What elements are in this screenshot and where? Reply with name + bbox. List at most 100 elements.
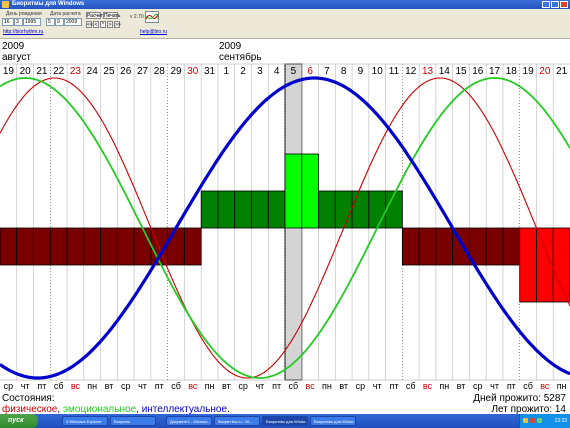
day-number[interactable]: 4 — [274, 66, 280, 77]
nav-last-button[interactable]: >> — [114, 21, 121, 28]
state-bar — [33, 227, 51, 266]
day-number[interactable]: 24 — [87, 66, 99, 77]
taskbar: пуск 3 Windows Explorer Биоритм Документ… — [0, 414, 570, 428]
nav-today-button[interactable]: * — [100, 21, 106, 28]
nav-next-button[interactable]: > — [107, 21, 113, 28]
day-number[interactable]: 10 — [372, 66, 384, 77]
biorhythm-chart: 19 20 21 22 23 24 25 26 27 28 29 30 31 1 2 3 4 5 6 7 8 9 10 11 1… — [0, 41, 570, 414]
weekday-labels: ср чт пт сб вс пн вт ср чт пт сб вс пн вт ср чт пт сб вс пн… — [4, 381, 567, 391]
day-number[interactable]: 11 — [389, 66, 400, 77]
day-number[interactable]: 27 — [137, 66, 149, 77]
day-number[interactable]: 23 — [70, 66, 82, 77]
weekday-label: пт — [272, 381, 281, 391]
birth-day-input[interactable]: 16 — [2, 18, 14, 26]
print-button[interactable]: Печать — [103, 12, 120, 19]
clock: 13:33 — [554, 418, 567, 424]
weekday-label: вт — [222, 381, 231, 391]
day-number[interactable]: 3 — [257, 66, 263, 77]
day-number[interactable]: 29 — [170, 66, 182, 77]
state-bar — [435, 227, 454, 266]
calc-year-input[interactable]: 2009 — [64, 18, 82, 26]
tray-icon[interactable] — [523, 418, 528, 423]
day-number[interactable]: 21 — [36, 66, 48, 77]
state-bar — [251, 190, 269, 229]
state-bar — [116, 227, 135, 266]
day-number[interactable]: 21 — [556, 66, 568, 77]
day-number[interactable]: 20 — [539, 66, 551, 77]
weekday-label: чт — [255, 381, 264, 391]
tray-icon[interactable] — [530, 418, 535, 423]
weekday-label: сб — [289, 381, 299, 391]
year-label-left: 2009 — [2, 41, 25, 52]
taskbar-item[interactable]: биорит.bio.ru - W... — [214, 416, 260, 426]
day-number[interactable]: 15 — [455, 66, 467, 77]
state-bar — [318, 190, 336, 229]
day-number[interactable]: 20 — [20, 66, 32, 77]
day-number[interactable]: 6 — [307, 66, 313, 77]
calculate-button[interactable]: Расчет — [86, 12, 103, 19]
days-lived: Дней прожито: 5287 — [473, 393, 566, 404]
weekday-label: пн — [439, 381, 449, 391]
day-number[interactable]: 28 — [154, 66, 166, 77]
start-button[interactable]: пуск — [0, 414, 38, 428]
day-number[interactable]: 19 — [523, 66, 535, 77]
day-number[interactable]: 16 — [472, 66, 484, 77]
day-number[interactable]: 19 — [3, 66, 15, 77]
day-number[interactable]: 12 — [405, 66, 417, 77]
day-number[interactable]: 14 — [439, 66, 451, 77]
calc-month-input[interactable]: 9 — [55, 18, 64, 26]
tray-icon[interactable] — [537, 418, 542, 423]
state-bar — [552, 227, 570, 303]
birth-year-input[interactable]: 1995 — [23, 18, 41, 26]
taskbar-item[interactable]: Биоритмы для Windo... — [310, 416, 356, 426]
taskbar-item[interactable]: Биоритм — [110, 416, 156, 426]
close-button[interactable] — [560, 1, 568, 8]
title-bar[interactable]: Биоритмы для Windows — [0, 0, 570, 9]
day-number[interactable]: 8 — [341, 66, 347, 77]
day-number[interactable]: 5 — [291, 66, 297, 77]
taskbar-item[interactable]: Документ1 - Microso... — [166, 416, 212, 426]
day-number[interactable]: 31 — [204, 66, 216, 77]
weekday-label: сб — [406, 381, 416, 391]
day-number[interactable]: 9 — [358, 66, 364, 77]
states-label: Состояния: — [2, 393, 55, 404]
state-bar — [133, 227, 152, 266]
weekday-label: ср — [121, 381, 131, 391]
window-title: Биоритмы для Windows — [12, 1, 85, 7]
states-legend: физическое, эмоциональное, интеллектуаль… — [2, 403, 230, 414]
taskbar-item[interactable]: 3 Windows Explorer — [62, 416, 108, 426]
nav-prev-button[interactable]: < — [93, 21, 99, 28]
day-number[interactable]: 2 — [240, 66, 246, 77]
maximize-button[interactable] — [551, 1, 559, 8]
legend-physical: физическое — [2, 403, 58, 414]
month-label-left: август — [2, 52, 31, 63]
state-bar — [485, 227, 504, 266]
day-number[interactable]: 18 — [506, 66, 518, 77]
day-number[interactable]: 22 — [53, 66, 65, 77]
taskbar-item[interactable]: Биоритмы для Windo... — [262, 416, 308, 426]
calc-day-input[interactable]: 5 — [46, 18, 55, 26]
weekday-label: чт — [21, 381, 30, 391]
day-number[interactable]: 1 — [224, 66, 230, 77]
day-number[interactable]: 30 — [187, 66, 199, 77]
help-link[interactable]: help@bio.ru — [140, 29, 167, 35]
day-number[interactable]: 25 — [103, 66, 115, 77]
weekday-label: вт — [105, 381, 114, 391]
weekday-label: пн — [322, 381, 332, 391]
nav-first-button[interactable]: << — [86, 21, 93, 28]
weekday-label: сб — [523, 381, 533, 391]
day-number[interactable]: 17 — [489, 66, 501, 77]
state-bar — [301, 153, 319, 229]
day-number[interactable]: 26 — [120, 66, 132, 77]
day-number[interactable]: 7 — [324, 66, 330, 77]
site-link[interactable]: http://biorhythm.ru — [3, 29, 43, 35]
days-lived-value: 5287 — [544, 393, 567, 404]
state-bar — [502, 227, 521, 266]
weekday-label: сб — [171, 381, 181, 391]
day-number[interactable]: 13 — [422, 66, 434, 77]
birth-month-input[interactable]: 3 — [14, 18, 23, 26]
version-text: v 2.70 — [130, 14, 144, 20]
legend-end: . — [227, 404, 230, 414]
minimize-button[interactable] — [542, 1, 550, 8]
weekday-label: пт — [507, 381, 516, 391]
